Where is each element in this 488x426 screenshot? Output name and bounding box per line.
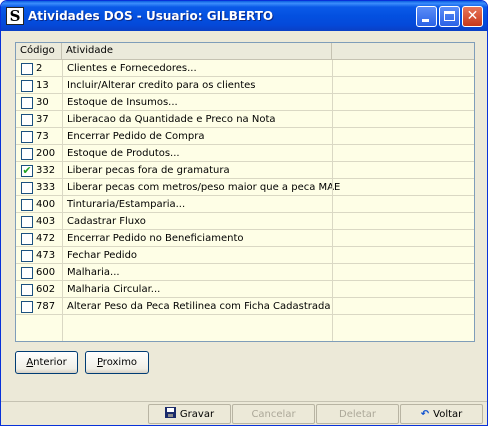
previous-button[interactable]: Anterior bbox=[15, 351, 78, 374]
save-button[interactable]: Gravar bbox=[148, 404, 231, 424]
row-activity: Fechar Pedido bbox=[67, 250, 138, 261]
row-code: 2 bbox=[36, 63, 43, 74]
row-activity: Liberar pecas com metros/peso maior que … bbox=[67, 182, 341, 193]
list-item[interactable]: 2 Clientes e Fornecedores... bbox=[16, 60, 474, 77]
row-code: 472 bbox=[36, 233, 56, 244]
row-checkbox[interactable]: ✔ bbox=[21, 165, 33, 177]
close-button[interactable]: ✕ bbox=[462, 6, 483, 27]
action-bar: Gravar Cancelar Deletar ↶ Voltar bbox=[1, 401, 487, 425]
list-item[interactable]: 600 Malharia... bbox=[16, 264, 474, 281]
row-checkbox[interactable] bbox=[21, 114, 33, 126]
list-item[interactable]: 333 Liberar pecas com metros/peso maior q… bbox=[16, 179, 474, 196]
row-checkbox[interactable] bbox=[21, 80, 33, 92]
next-button-label: roximo bbox=[102, 357, 138, 368]
row-code: 332 bbox=[36, 165, 56, 176]
list-item[interactable]: ✔ 332 Liberar pecas fora de gramatura bbox=[16, 162, 474, 179]
back-label: oltar bbox=[439, 409, 463, 420]
row-activity: Liberacao da Quantidade e Preco na Nota bbox=[67, 114, 276, 125]
row-checkbox[interactable] bbox=[21, 301, 33, 313]
row-activity: Estoque de Insumos... bbox=[67, 97, 178, 108]
row-code: 602 bbox=[36, 284, 56, 295]
activities-list[interactable]: Código Atividade 2 Clientes e Fornecedore… bbox=[15, 42, 475, 342]
cancel-button[interactable]: Cancelar bbox=[232, 404, 315, 424]
floppy-disk-icon bbox=[164, 407, 176, 418]
list-item[interactable]: 472 Encerrar Pedido no Beneficiamento bbox=[16, 230, 474, 247]
column-header-activity[interactable]: Atividade bbox=[62, 43, 332, 59]
list-item[interactable]: 787 Alterar Peso da Peca Retilinea com Fi… bbox=[16, 298, 474, 315]
close-icon: ✕ bbox=[466, 8, 479, 24]
row-checkbox[interactable] bbox=[21, 267, 33, 279]
row-code: 333 bbox=[36, 182, 56, 193]
row-checkbox[interactable] bbox=[21, 233, 33, 245]
row-activity: Clientes e Fornecedores... bbox=[67, 63, 197, 74]
column-header-code[interactable]: Código bbox=[16, 43, 62, 59]
row-activity: Encerrar Pedido no Beneficiamento bbox=[67, 233, 244, 244]
row-code: 200 bbox=[36, 148, 56, 159]
row-activity: Encerrar Pedido de Compra bbox=[67, 131, 205, 142]
row-checkbox[interactable] bbox=[21, 131, 33, 143]
save-label: ravar bbox=[187, 409, 215, 420]
row-checkbox[interactable] bbox=[21, 284, 33, 296]
row-activity: Alterar Peso da Peca Retilinea com Ficha… bbox=[67, 301, 331, 312]
column-header-empty[interactable] bbox=[332, 43, 474, 59]
cancel-label: ancelar bbox=[258, 409, 296, 420]
maximize-button[interactable] bbox=[439, 6, 460, 27]
row-activity: Liberar pecas fora de gramatura bbox=[67, 165, 230, 176]
row-checkbox[interactable] bbox=[21, 182, 33, 194]
row-checkbox[interactable] bbox=[21, 199, 33, 211]
minimize-button[interactable] bbox=[416, 6, 437, 27]
list-item[interactable]: 400 Tinturaria/Estamparia... bbox=[16, 196, 474, 213]
row-activity: Estoque de Produtos... bbox=[67, 148, 180, 159]
row-activity: Cadastrar Fluxo bbox=[67, 216, 146, 227]
row-activity: Tinturaria/Estamparia... bbox=[67, 199, 186, 210]
app-icon[interactable]: S bbox=[6, 7, 24, 25]
row-code: 403 bbox=[36, 216, 56, 227]
window-title: Atividades DOS - Usuario: GILBERTO bbox=[28, 9, 274, 23]
next-button[interactable]: Proximo bbox=[85, 351, 149, 374]
list-item[interactable]: 403 Cadastrar Fluxo bbox=[16, 213, 474, 230]
list-item[interactable]: 473 Fechar Pedido bbox=[16, 247, 474, 264]
row-code: 473 bbox=[36, 250, 56, 261]
row-code: 400 bbox=[36, 199, 56, 210]
row-code: 30 bbox=[36, 97, 49, 108]
row-checkbox[interactable] bbox=[21, 250, 33, 262]
row-code: 13 bbox=[36, 80, 49, 91]
list-item[interactable]: 30 Estoque de Insumos... bbox=[16, 94, 474, 111]
column-divider bbox=[332, 60, 333, 341]
save-access-key: G bbox=[179, 409, 188, 420]
list-item[interactable]: 73 Encerrar Pedido de Compra bbox=[16, 128, 474, 145]
app-window: S Atividades DOS - Usuario: GILBERTO ✕ C… bbox=[0, 0, 488, 426]
title-bar[interactable]: S Atividades DOS - Usuario: GILBERTO ✕ bbox=[1, 1, 487, 31]
row-code: 37 bbox=[36, 114, 49, 125]
row-activity: Malharia Circular... bbox=[67, 284, 161, 295]
row-code: 600 bbox=[36, 267, 56, 278]
list-item[interactable]: 200 Estoque de Produtos... bbox=[16, 145, 474, 162]
list-item[interactable]: 37 Liberacao da Quantidade e Preco na Not… bbox=[16, 111, 474, 128]
row-code: 787 bbox=[36, 301, 56, 312]
delete-label-end: ar bbox=[365, 409, 376, 420]
column-divider bbox=[62, 60, 63, 341]
delete-label-start: Dele bbox=[339, 409, 362, 420]
row-checkbox[interactable] bbox=[21, 97, 33, 109]
row-checkbox[interactable] bbox=[21, 63, 33, 75]
list-header: Código Atividade bbox=[16, 43, 474, 60]
back-button[interactable]: ↶ Voltar bbox=[400, 404, 483, 424]
row-checkbox[interactable] bbox=[21, 216, 33, 228]
delete-button[interactable]: Deletar bbox=[316, 404, 399, 424]
list-item[interactable]: 602 Malharia Circular... bbox=[16, 281, 474, 298]
row-activity: Incluir/Alterar credito para os clientes bbox=[67, 80, 256, 91]
undo-arrow-icon: ↶ bbox=[420, 409, 430, 420]
checkmark-icon: ✔ bbox=[22, 164, 32, 177]
row-activity: Malharia... bbox=[67, 267, 120, 278]
row-checkbox[interactable] bbox=[21, 148, 33, 160]
previous-button-label: nterior bbox=[33, 357, 67, 368]
maximize-icon bbox=[444, 11, 455, 21]
row-code: 73 bbox=[36, 131, 49, 142]
minimize-icon bbox=[422, 19, 429, 22]
list-item[interactable]: 13 Incluir/Alterar credito para os client… bbox=[16, 77, 474, 94]
